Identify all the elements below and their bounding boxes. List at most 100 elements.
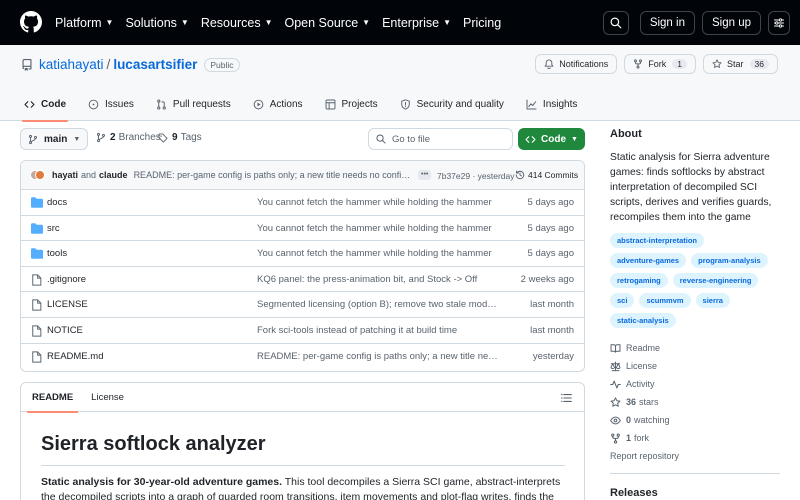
file-name-link[interactable]: docs [47, 197, 67, 208]
tab-security[interactable]: Security and quality [392, 87, 512, 121]
forks-link[interactable]: 1 fork [610, 429, 780, 447]
topic-tag[interactable]: abstract-interpretation [610, 233, 705, 248]
topic-tag[interactable]: sierra [695, 293, 730, 308]
search-icon [376, 134, 386, 144]
commit-author[interactable]: hayati [52, 170, 78, 180]
releases-heading[interactable]: Releases [610, 487, 780, 499]
nav-platform[interactable]: Platform ▼ [55, 16, 113, 30]
topic-tag[interactable]: retrogaming [610, 273, 668, 288]
file-name-link[interactable]: NOTICE [47, 325, 83, 336]
github-logo-icon[interactable] [20, 11, 42, 33]
repo-owner-link[interactable]: katiahayati [39, 57, 104, 72]
commit-sha[interactable]: 7b37e29 · yesterday [437, 171, 515, 181]
tab-pull-requests[interactable]: Pull requests [148, 87, 239, 121]
nav-enterprise[interactable]: Enterprise ▼ [382, 16, 451, 30]
branches-link[interactable]: 2 Branches [96, 132, 161, 143]
code-dropdown-button[interactable]: Code ▼ [518, 128, 585, 150]
file-commit-message[interactable]: You cannot fetch the hammer while holdin… [257, 248, 502, 259]
play-icon [253, 99, 264, 109]
topic-tag[interactable]: adventure-games [610, 253, 687, 268]
file-commit-message[interactable]: Fork sci-tools instead of patching it at… [257, 325, 502, 336]
table-row[interactable]: docs You cannot fetch the hammer while ho… [21, 190, 584, 216]
file-commit-message[interactable]: You cannot fetch the hammer while holdin… [257, 197, 502, 208]
about-sidebar: About Static analysis for Sierra adventu… [610, 128, 780, 499]
expand-commit-button[interactable]: ••• [418, 170, 432, 180]
repo-header: katiahayati / lucasartsifier Public Noti… [0, 45, 800, 122]
nav-open-source[interactable]: Open Source ▼ [285, 16, 371, 30]
top-nav: Platform ▼ Solutions ▼ Resources ▼ Open Sou… [55, 0, 513, 45]
outline-button[interactable] [561, 393, 572, 403]
search-button[interactable] [602, 10, 629, 35]
report-repository-link[interactable]: Report repository [610, 447, 780, 465]
activity-link[interactable]: Activity [610, 375, 780, 393]
file-list: docs You cannot fetch the hammer while ho… [21, 190, 584, 369]
sign-up-button[interactable]: Sign up [701, 10, 761, 35]
file-name-link[interactable]: tools [47, 248, 67, 259]
file-name-link[interactable]: README.md [47, 351, 103, 362]
notifications-button[interactable]: Notifications [535, 54, 618, 74]
topic-tag[interactable]: sci [610, 293, 635, 308]
watchers-link[interactable]: 0 watching [610, 411, 780, 429]
tab-projects[interactable]: Projects [317, 87, 386, 121]
tab-issues[interactable]: Issues [80, 87, 142, 121]
table-row[interactable]: .gitignore KQ6 panel: the press-animation… [21, 267, 584, 293]
topic-tag[interactable]: reverse-engineering [672, 273, 759, 288]
tab-insights[interactable]: Insights [518, 87, 585, 121]
readme-lead-paragraph: Static analysis for 30-year-old adventur… [41, 476, 561, 500]
commit-coauthor[interactable]: claude [99, 170, 128, 180]
chevron-down-icon: ▼ [73, 135, 81, 143]
divider [41, 465, 565, 466]
file-commit-message[interactable]: README: per-game config is paths only; a… [257, 351, 502, 362]
sign-in-button[interactable]: Sign in [639, 10, 695, 35]
table-row[interactable]: tools You cannot fetch the hammer while h… [21, 241, 584, 267]
list-icon [561, 393, 572, 403]
branch-select-button[interactable]: main ▼ [20, 128, 89, 150]
table-row[interactable]: NOTICE Fork sci-tools instead of patching… [21, 318, 584, 344]
file-commit-message[interactable]: Segmented licensing (option B); remove t… [257, 299, 502, 310]
commit-avatars [30, 169, 46, 181]
avatar[interactable] [35, 170, 45, 180]
commit-message[interactable]: README: per-game config is paths only; a… [134, 170, 412, 180]
stars-link[interactable]: 36 stars [610, 393, 780, 411]
file-name-link[interactable]: .gitignore [47, 274, 86, 285]
file-commit-date: 5 days ago [527, 197, 574, 208]
table-row[interactable]: LICENSE Segmented licensing (option B); r… [21, 292, 584, 318]
search-icon [610, 17, 622, 28]
topic-tag[interactable]: static-analysis [610, 313, 676, 328]
menu-button[interactable] [768, 10, 790, 35]
repo-name-link[interactable]: lucasartsifier [113, 57, 197, 72]
file-navigation: main ▼ 2 Branches 9 Tags Go to file Code ▼ [20, 128, 585, 150]
tab-actions[interactable]: Actions [245, 87, 311, 121]
tab-license[interactable]: License [82, 383, 133, 412]
go-to-file-input[interactable]: Go to file [368, 128, 513, 150]
chevron-down-icon: ▼ [362, 18, 371, 27]
graph-icon [526, 99, 537, 109]
topic-tag[interactable]: program-analysis [691, 253, 768, 268]
bell-icon [544, 59, 554, 69]
readme-title: Sierra softlock analyzer [41, 433, 266, 455]
nav-solutions[interactable]: Solutions ▼ [125, 16, 188, 30]
file-name-link[interactable]: src [47, 223, 60, 234]
file-commit-message[interactable]: KQ6 panel: the press-animation bit, and … [257, 274, 502, 285]
tab-code[interactable]: Code [16, 87, 74, 122]
file-commit-date: last month [530, 299, 574, 311]
nav-resources[interactable]: Resources ▼ [201, 16, 273, 30]
file-name-link[interactable]: LICENSE [47, 299, 88, 310]
star-button[interactable]: Star 36 [703, 54, 778, 74]
law-icon [610, 361, 621, 371]
license-link[interactable]: License [610, 357, 780, 375]
nav-pricing[interactable]: Pricing [463, 16, 501, 30]
readme-link[interactable]: Readme [610, 339, 780, 357]
file-commit-date: last month [530, 324, 574, 336]
topic-tag[interactable]: scummvm [639, 293, 691, 308]
tab-readme[interactable]: README [23, 383, 82, 413]
commits-link[interactable]: 414 Commits [515, 170, 578, 180]
tags-link[interactable]: 9 Tags [158, 132, 202, 143]
table-row[interactable]: src You cannot fetch the hammer while hol… [21, 216, 584, 242]
fork-button[interactable]: Fork 1 [624, 54, 697, 74]
about-heading: About [610, 128, 642, 140]
chevron-down-icon: ▼ [180, 18, 189, 27]
file-commit-message[interactable]: You cannot fetch the hammer while holdin… [257, 223, 502, 234]
table-row[interactable]: README.md README: per-game config is path… [21, 344, 584, 370]
pulse-icon [610, 380, 621, 388]
